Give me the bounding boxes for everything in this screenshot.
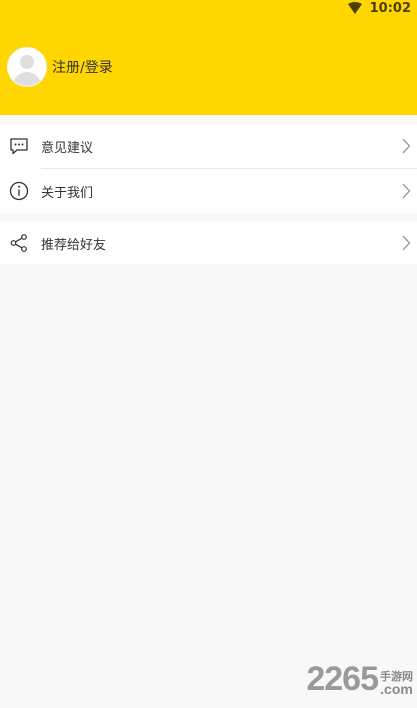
menu-item-label: 关于我们	[41, 185, 94, 201]
info-icon	[9, 181, 29, 201]
share-icon	[10, 234, 27, 252]
menu-item-recommend-to-friends[interactable]: 推荐给好友	[0, 222, 417, 264]
site-watermark: 2265 手游网 .com	[306, 662, 413, 696]
menu-item-feedback[interactable]: 意见建议	[0, 124, 417, 169]
chat-bubble-icon	[10, 138, 28, 155]
menu-group-1: 意见建议 关于我们	[0, 124, 417, 213]
chevron-right-icon	[402, 235, 411, 251]
status-time: 10:02	[369, 0, 411, 16]
watermark-number: 2265	[306, 660, 379, 698]
login-entry[interactable]: 注册/登录	[7, 47, 113, 87]
status-bar: 10:02	[347, 0, 411, 16]
menu-item-about-us[interactable]: 关于我们	[0, 169, 417, 213]
menu-group-2: 推荐给好友	[0, 222, 417, 264]
menu-item-label: 意见建议	[41, 140, 94, 156]
chevron-right-icon	[402, 183, 411, 199]
login-register-label[interactable]: 注册/登录	[52, 57, 113, 77]
menu-item-label: 推荐给好友	[41, 237, 107, 253]
watermark-bottom-text: .com	[380, 681, 413, 697]
default-avatar-icon[interactable]	[7, 47, 47, 87]
profile-header: 10:02 注册/登录	[0, 0, 417, 115]
chevron-right-icon	[402, 138, 411, 154]
wifi-icon	[347, 2, 362, 14]
watermark-side: 手游网 .com	[380, 671, 413, 696]
